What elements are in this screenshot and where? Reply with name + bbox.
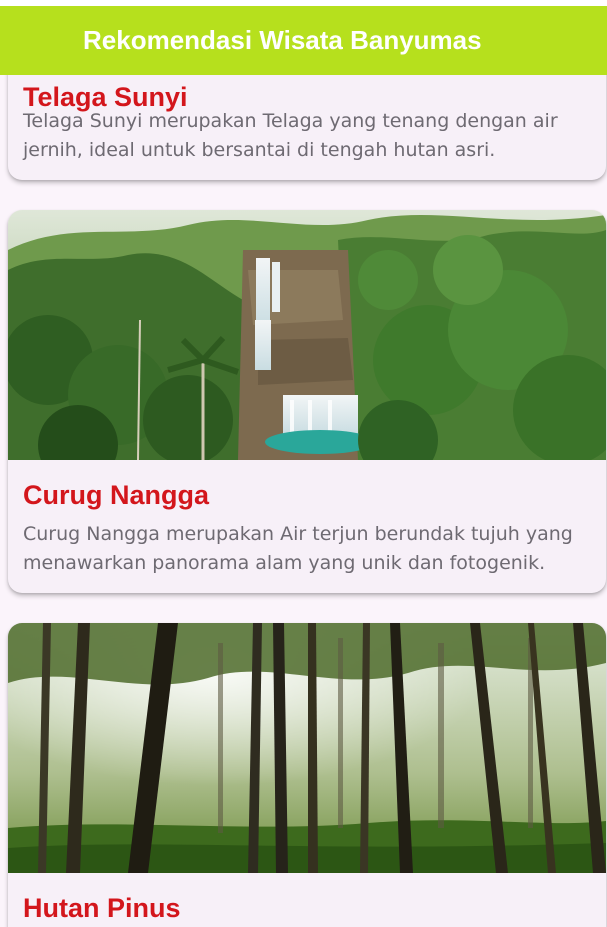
destination-list[interactable]: Telaga Sunyi Telaga Sunyi merupakan Tela… [0, 0, 607, 927]
status-strip [0, 0, 607, 6]
pine-forest-photo [8, 623, 606, 873]
app-bar: Rekomendasi Wisata Banyumas [0, 6, 607, 75]
app-bar-title: Rekomendasi Wisata Banyumas [83, 25, 482, 55]
app-screen: Rekomendasi Wisata Banyumas Telaga Sunyi… [0, 0, 607, 927]
destination-card-curug-nangga[interactable]: Curug Nangga Curug Nangga merupakan Air … [8, 210, 606, 593]
destination-title: Curug Nangga [23, 480, 209, 510]
destination-description: Curug Nangga merupakan Air terjun berund… [23, 523, 573, 574]
destination-title: Hutan Pinus [23, 893, 181, 923]
destination-card-hutan-pinus[interactable]: Hutan Pinus [8, 623, 606, 927]
waterfall-photo [8, 210, 606, 460]
destination-description: Telaga Sunyi merupakan Telaga yang tenan… [23, 110, 558, 161]
